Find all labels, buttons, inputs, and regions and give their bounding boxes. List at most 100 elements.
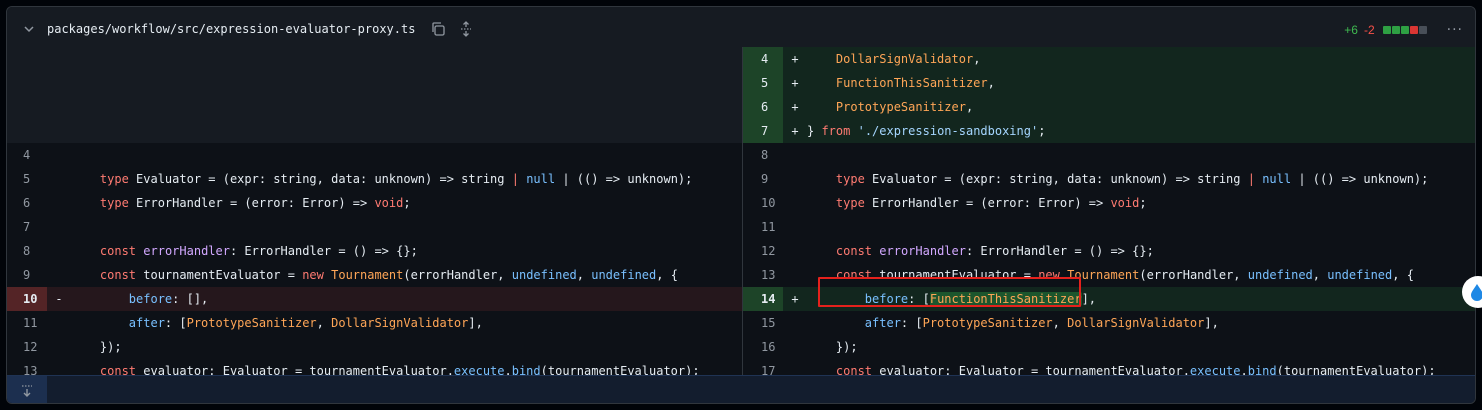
line-number[interactable]: 10 bbox=[7, 287, 47, 311]
code-token: , bbox=[316, 316, 332, 330]
line-number[interactable]: 13 bbox=[743, 263, 783, 287]
code-token: errorHandler bbox=[879, 244, 966, 258]
line-number[interactable]: 12 bbox=[7, 335, 47, 359]
code-token: const bbox=[99, 268, 137, 282]
code-text: before: [FunctionThisSanitizer], bbox=[807, 287, 1475, 311]
diff-marker bbox=[783, 143, 807, 167]
line-number[interactable]: 4 bbox=[7, 143, 47, 167]
line-number[interactable]: 11 bbox=[7, 311, 47, 335]
code-text: type ErrorHandler = (error: Error) => vo… bbox=[807, 191, 1475, 215]
code-token: ErrorHandler = (error: Error) => bbox=[128, 196, 375, 210]
file-path[interactable]: packages/workflow/src/expression-evaluat… bbox=[47, 22, 415, 36]
code-token: , bbox=[1052, 316, 1068, 330]
line-number[interactable]: 10 bbox=[743, 191, 783, 215]
diff-marker: + bbox=[783, 47, 807, 71]
code-text: const errorHandler: ErrorHandler = () =>… bbox=[71, 239, 742, 263]
context-line: 12 const errorHandler: ErrorHandler = ()… bbox=[743, 239, 1475, 263]
more-options-button[interactable]: ··· bbox=[1447, 22, 1463, 38]
code-token: PrototypeSanitizer bbox=[922, 316, 1053, 330]
code-token: type bbox=[99, 172, 129, 186]
expand-all-icon[interactable] bbox=[457, 20, 475, 38]
line-number[interactable]: 5 bbox=[7, 167, 47, 191]
code-token: after bbox=[864, 316, 901, 330]
code-text: FunctionThisSanitizer, bbox=[807, 71, 1475, 95]
line-number[interactable]: 9 bbox=[7, 263, 47, 287]
line-number[interactable]: 6 bbox=[743, 95, 783, 119]
diff-marker bbox=[783, 215, 807, 239]
diff-marker: + bbox=[783, 119, 807, 143]
line-number[interactable]: 15 bbox=[743, 311, 783, 335]
diff-marker bbox=[783, 239, 807, 263]
file-header: packages/workflow/src/expression-evaluat… bbox=[7, 7, 1475, 52]
code-token: ErrorHandler = (error: Error) => bbox=[864, 196, 1111, 210]
line-number[interactable]: 8 bbox=[7, 239, 47, 263]
copy-icon[interactable] bbox=[429, 20, 447, 38]
context-line: 10 type ErrorHandler = (error: Error) =>… bbox=[743, 191, 1475, 215]
line-number[interactable]: 16 bbox=[743, 335, 783, 359]
line-number[interactable]: 14 bbox=[743, 287, 783, 311]
line-number[interactable]: 12 bbox=[743, 239, 783, 263]
code-token: Evaluator = (expr: string, data: unknown… bbox=[864, 172, 1248, 186]
added-line: 4 + DollarSignValidator, bbox=[743, 47, 1475, 71]
code-token: ; bbox=[403, 196, 411, 210]
context-line: 13 const tournamentEvaluator = new Tourn… bbox=[743, 263, 1475, 287]
diffstat-bar bbox=[1382, 25, 1427, 34]
code-token: undefined bbox=[511, 268, 577, 282]
code-text: const tournamentEvaluator = new Tourname… bbox=[71, 263, 742, 287]
code-token: from bbox=[821, 124, 851, 138]
diffstat-block bbox=[1418, 25, 1427, 34]
code-text: }); bbox=[71, 335, 742, 359]
code-text: }); bbox=[807, 335, 1475, 359]
line-number[interactable]: 6 bbox=[7, 191, 47, 215]
line-number[interactable]: 8 bbox=[743, 143, 783, 167]
diff-marker: + bbox=[783, 71, 807, 95]
line-number[interactable]: 11 bbox=[743, 215, 783, 239]
line-number[interactable]: 5 bbox=[743, 71, 783, 95]
code-text: const tournamentEvaluator = new Tourname… bbox=[807, 263, 1475, 287]
diff-marker bbox=[783, 191, 807, 215]
code-token: DollarSignValidator bbox=[331, 316, 469, 330]
code-token: (errorHandler, bbox=[403, 268, 512, 282]
code-token: | bbox=[1247, 172, 1255, 186]
code-token: './expression-sandboxing' bbox=[857, 124, 1039, 138]
code-token: before bbox=[128, 292, 173, 306]
code-token: void bbox=[1110, 196, 1140, 210]
expand-down-button[interactable] bbox=[7, 376, 47, 403]
diffstat-block bbox=[1382, 25, 1391, 34]
code-token: , { bbox=[1392, 268, 1414, 282]
line-number[interactable]: 7 bbox=[743, 119, 783, 143]
code-token: , bbox=[973, 52, 981, 66]
code-token: , bbox=[1312, 268, 1328, 282]
diff-left-side: 45 type Evaluator = (expr: string, data:… bbox=[7, 47, 742, 383]
code-token: type bbox=[99, 196, 129, 210]
diff-marker bbox=[783, 335, 807, 359]
code-token: undefined bbox=[1327, 268, 1393, 282]
code-token: type bbox=[835, 196, 865, 210]
line-number[interactable]: 7 bbox=[7, 215, 47, 239]
line-number[interactable]: 9 bbox=[743, 167, 783, 191]
droplet-icon bbox=[1471, 284, 1482, 301]
chevron-down-icon[interactable] bbox=[21, 21, 37, 37]
diff-marker bbox=[783, 263, 807, 287]
code-token: , bbox=[987, 76, 995, 90]
diff-marker: + bbox=[783, 95, 807, 119]
code-token: errorHandler bbox=[143, 244, 230, 258]
line-number[interactable]: 4 bbox=[743, 47, 783, 71]
diff-right-side: 4 + DollarSignValidator, 5 + FunctionThisSa… bbox=[742, 47, 1475, 383]
code-token: void bbox=[374, 196, 404, 210]
code-token: DollarSignValidator bbox=[835, 52, 974, 66]
context-line: 6 type ErrorHandler = (error: Error) => … bbox=[7, 191, 742, 215]
context-line: 16 }); bbox=[743, 335, 1475, 359]
code-text: type Evaluator = (expr: string, data: un… bbox=[807, 167, 1475, 191]
code-text: PrototypeSanitizer, bbox=[807, 95, 1475, 119]
